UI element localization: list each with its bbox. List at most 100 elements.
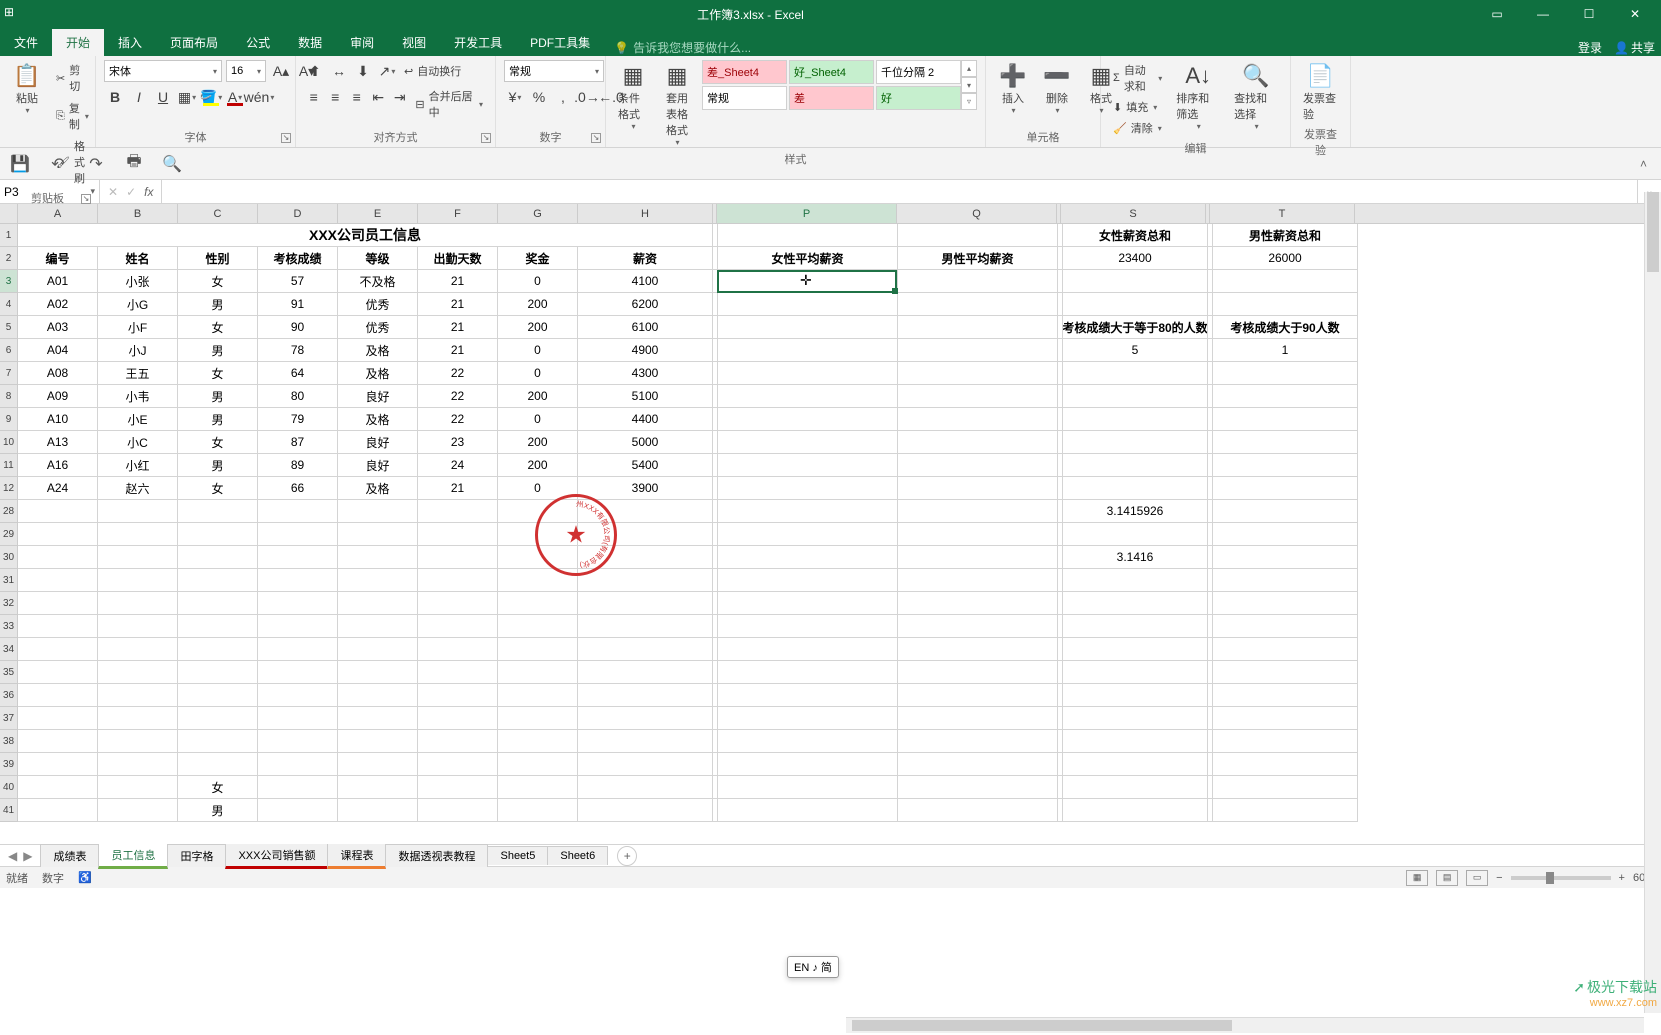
cell[interactable] xyxy=(98,569,178,592)
cell[interactable] xyxy=(1063,592,1208,615)
data-cell[interactable]: 赵六 xyxy=(98,477,178,500)
cell[interactable] xyxy=(1063,799,1208,822)
cell[interactable] xyxy=(1213,408,1358,431)
row-header-12[interactable]: 12 xyxy=(0,477,18,500)
cell[interactable] xyxy=(338,730,418,753)
cell[interactable] xyxy=(18,569,98,592)
maximize-button[interactable]: ☐ xyxy=(1567,2,1611,26)
cell[interactable] xyxy=(578,707,713,730)
sheet-tab-sheet6[interactable]: Sheet6 xyxy=(547,846,608,865)
style-good[interactable]: 好 xyxy=(876,86,961,110)
increase-decimal-icon[interactable]: .0→ xyxy=(576,86,598,108)
cell[interactable] xyxy=(898,661,1058,684)
column-header[interactable]: 出勤天数 xyxy=(418,247,498,270)
cell[interactable] xyxy=(718,592,898,615)
cell[interactable] xyxy=(258,776,338,799)
data-cell[interactable]: 小红 xyxy=(98,454,178,477)
cell[interactable] xyxy=(338,638,418,661)
row-header-33[interactable]: 33 xyxy=(0,615,18,638)
cell[interactable]: 5 xyxy=(1063,339,1208,362)
v-scroll-thumb[interactable] xyxy=(1647,192,1659,272)
cell[interactable] xyxy=(498,661,578,684)
cell[interactable] xyxy=(578,684,713,707)
align-launcher[interactable]: ↘ xyxy=(481,133,491,143)
cell[interactable] xyxy=(178,661,258,684)
cell[interactable] xyxy=(18,500,98,523)
data-cell[interactable]: 22 xyxy=(418,385,498,408)
cell[interactable] xyxy=(258,684,338,707)
cell[interactable] xyxy=(98,661,178,684)
zoom-in-button[interactable]: + xyxy=(1619,872,1625,884)
row-header-3[interactable]: 3 xyxy=(0,270,18,293)
cell[interactable] xyxy=(178,592,258,615)
font-size-combo[interactable]: 16▾ xyxy=(226,60,266,82)
app-menu-icon[interactable]: ⊞ xyxy=(4,5,22,23)
cell[interactable] xyxy=(1213,661,1358,684)
data-cell[interactable]: 200 xyxy=(498,385,578,408)
formula-input[interactable] xyxy=(162,180,1637,203)
cell[interactable] xyxy=(1063,293,1208,316)
cell[interactable] xyxy=(718,569,898,592)
data-cell[interactable]: 4300 xyxy=(578,362,713,385)
cell[interactable] xyxy=(578,592,713,615)
cell[interactable] xyxy=(1063,776,1208,799)
font-color-button[interactable]: A▾ xyxy=(224,86,246,108)
cell[interactable] xyxy=(718,385,898,408)
cell[interactable] xyxy=(178,730,258,753)
cell[interactable] xyxy=(98,500,178,523)
cell[interactable] xyxy=(418,799,498,822)
cell[interactable] xyxy=(258,523,338,546)
number-launcher[interactable]: ↘ xyxy=(591,133,601,143)
row-header-31[interactable]: 31 xyxy=(0,569,18,592)
cancel-formula-icon[interactable]: ✕ xyxy=(108,185,118,199)
cell[interactable] xyxy=(718,224,898,247)
male-salary-sum-header[interactable]: 男性薪资总和 xyxy=(1213,224,1358,247)
cell[interactable] xyxy=(18,753,98,776)
cell[interactable]: 3.1416 xyxy=(1063,546,1208,569)
decrease-indent-icon[interactable]: ⇤ xyxy=(368,86,387,108)
data-cell[interactable]: 0 xyxy=(498,362,578,385)
cell[interactable] xyxy=(718,753,898,776)
cell[interactable] xyxy=(718,500,898,523)
data-cell[interactable]: 0 xyxy=(498,408,578,431)
conditional-formatting[interactable]: ▦条件格式▾ xyxy=(614,60,652,133)
data-cell[interactable]: 4100 xyxy=(578,270,713,293)
cell[interactable]: 考核成绩大于等于80的人数 xyxy=(1063,316,1208,339)
data-cell[interactable]: 6100 xyxy=(578,316,713,339)
data-cell[interactable]: 90 xyxy=(258,316,338,339)
cell[interactable] xyxy=(418,684,498,707)
cell[interactable] xyxy=(498,615,578,638)
horizontal-scrollbar[interactable] xyxy=(846,1017,1644,1033)
data-cell[interactable]: 21 xyxy=(418,293,498,316)
orientation-icon[interactable]: ↗▾ xyxy=(376,60,398,82)
cell[interactable] xyxy=(1213,431,1358,454)
tab-data[interactable]: 数据 xyxy=(284,29,336,56)
data-cell[interactable]: 不及格 xyxy=(338,270,418,293)
cell[interactable] xyxy=(18,592,98,615)
cell[interactable] xyxy=(258,615,338,638)
cell[interactable] xyxy=(718,477,898,500)
cell[interactable] xyxy=(718,431,898,454)
tab-view[interactable]: 视图 xyxy=(388,29,440,56)
cell[interactable] xyxy=(18,546,98,569)
sheet-tab-sales[interactable]: XXX公司销售额 xyxy=(225,843,328,869)
row-header-6[interactable]: 6 xyxy=(0,339,18,362)
data-cell[interactable]: 小J xyxy=(98,339,178,362)
cell[interactable] xyxy=(1063,707,1208,730)
cell[interactable] xyxy=(898,454,1058,477)
paste-button[interactable]: 📋 粘贴▾ xyxy=(8,60,46,117)
cell[interactable] xyxy=(418,707,498,730)
cut-button[interactable]: ✂剪切 xyxy=(52,60,93,96)
border-button[interactable]: ▦▾ xyxy=(176,86,198,108)
column-header[interactable]: 薪资 xyxy=(578,247,713,270)
row-header-4[interactable]: 4 xyxy=(0,293,18,316)
data-cell[interactable]: 21 xyxy=(418,477,498,500)
cell[interactable] xyxy=(1213,684,1358,707)
style-good-sheet4[interactable]: 好_Sheet4 xyxy=(789,60,874,84)
cell[interactable] xyxy=(418,500,498,523)
cell[interactable] xyxy=(1213,753,1358,776)
comma-icon[interactable]: , xyxy=(552,86,574,108)
data-cell[interactable]: 66 xyxy=(258,477,338,500)
cell[interactable] xyxy=(1063,270,1208,293)
cell[interactable] xyxy=(718,362,898,385)
